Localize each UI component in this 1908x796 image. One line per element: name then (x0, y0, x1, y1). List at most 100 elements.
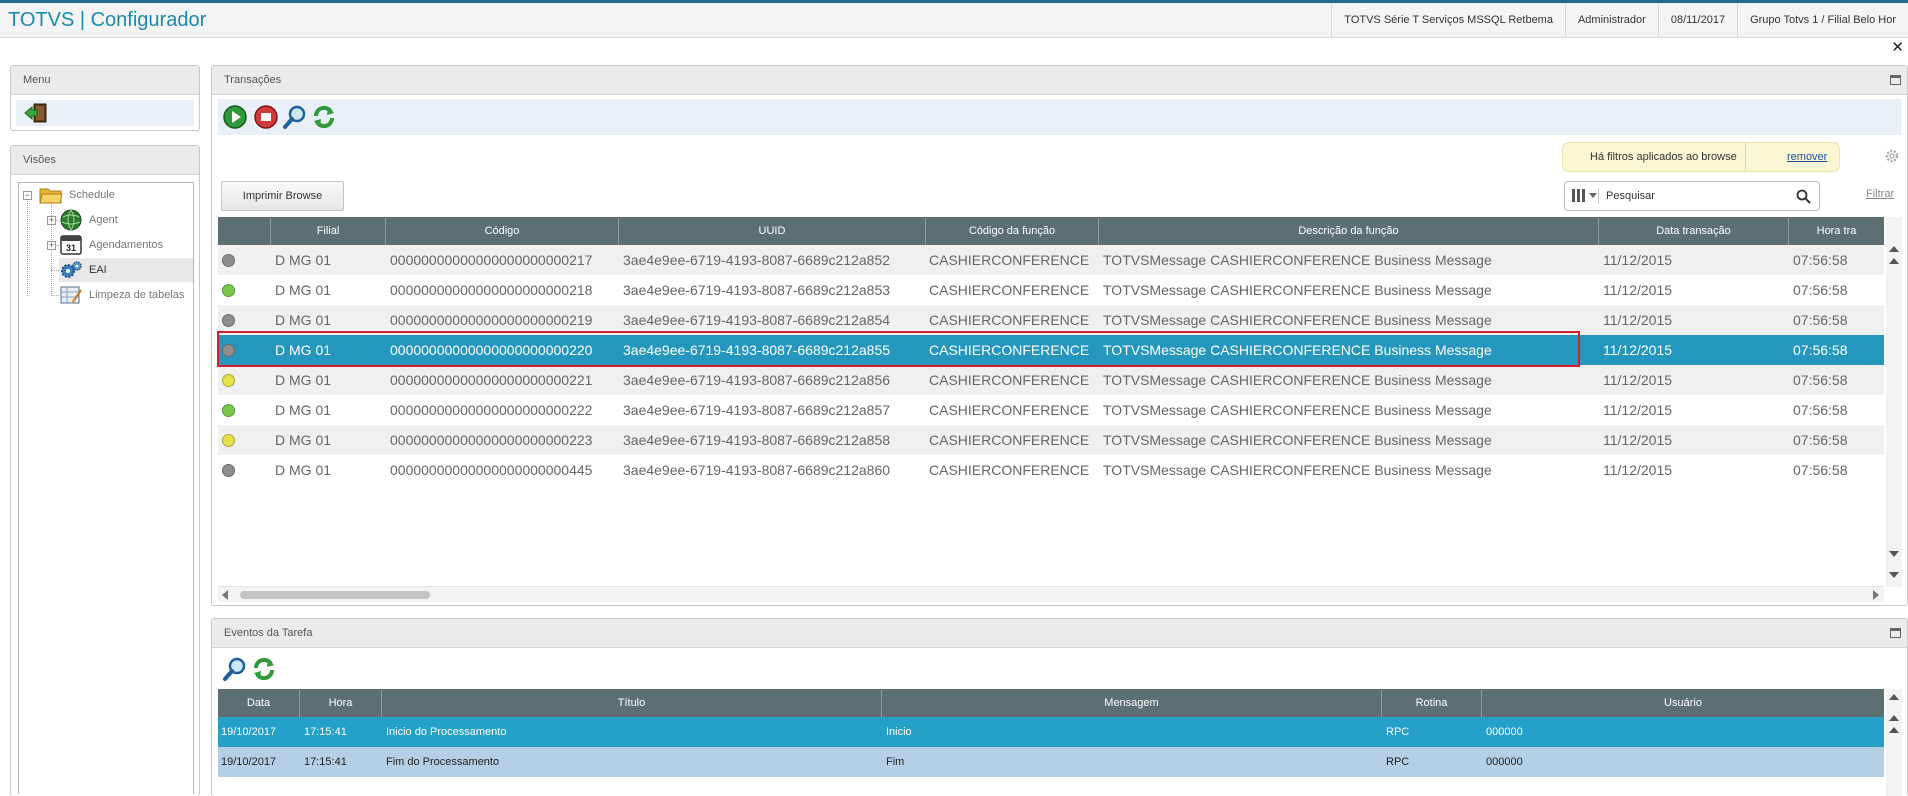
cell-hora: 07:56:58 (1793, 282, 1848, 298)
cell-hora: 07:56:58 (1793, 402, 1848, 418)
col-header-hora[interactable]: Hora (300, 689, 382, 717)
app-title: TOTVS | Configurador (8, 9, 207, 31)
table-row[interactable]: D MG 01 00000000000000000000000222 3ae4e9e… (218, 395, 1884, 425)
menu-body (16, 100, 194, 126)
col-header-data[interactable]: Data (218, 689, 300, 717)
status-gray-icon (222, 464, 235, 477)
table-row[interactable]: 19/10/2017 17:15:41 Inicio do Processament… (218, 717, 1884, 747)
col-header-uuid[interactable]: UUID (619, 217, 926, 245)
cell-codigo-funcao: CASHIERCONFERENCE (929, 342, 1090, 358)
scroll-right-icon[interactable] (1873, 590, 1879, 600)
cell-uuid: 3ae4e9ee-6719-4193-8087-6689c212a854 (623, 312, 891, 328)
col-header-mensagem[interactable]: Mensagem (882, 689, 1382, 717)
col-header-rotina[interactable]: Rotina (1382, 689, 1482, 717)
status-yellow-icon (222, 374, 235, 387)
transacoes-panel: Transações Há filtros aplicados ao brows… (211, 65, 1908, 606)
agendamentos-expander[interactable]: + (47, 241, 56, 250)
tree-item-agendamentos[interactable]: 31 Agendamentos (59, 233, 189, 257)
cell-descricao: TOTVSMessage CASHIERCONFERENCE Business … (1103, 402, 1492, 418)
cell-data: 11/12/2015 (1603, 312, 1673, 328)
environment-label[interactable]: TOTVS Série T Serviços MSSQL Retbema (1331, 3, 1565, 38)
col-header-data[interactable]: Data transação (1599, 217, 1789, 245)
columns-icon[interactable] (1569, 188, 1599, 204)
col-header-hora[interactable]: Hora tra (1789, 217, 1884, 245)
minimize-icon[interactable] (1890, 75, 1901, 85)
status-green-icon (222, 404, 235, 417)
cell-codigo-funcao: CASHIERCONFERENCE (929, 252, 1090, 268)
scroll-bottom-icon[interactable] (1889, 572, 1899, 578)
scroll-up-icon[interactable] (1889, 258, 1899, 264)
status-gray-icon (222, 344, 235, 357)
minimize-icon[interactable] (1890, 628, 1901, 638)
table-row[interactable]: D MG 01 00000000000000000000000223 3ae4e9e… (218, 425, 1884, 455)
col-header-descricao[interactable]: Descrição da função (1099, 217, 1599, 245)
cell-codigo: 00000000000000000000000219 (390, 312, 593, 328)
eventos-grid: Data Hora Título Mensagem Rotina Usuário… (218, 689, 1884, 795)
cell-filial: D MG 01 (275, 312, 332, 328)
search-magnifier-icon[interactable] (1796, 189, 1811, 204)
refresh-icon[interactable] (311, 104, 337, 130)
col-header-filial[interactable]: Filial (271, 217, 386, 245)
cell-hora: 17:15:41 (304, 726, 347, 738)
gear-icon[interactable] (1884, 148, 1900, 164)
schedule-expander[interactable]: − (23, 191, 32, 200)
tree-connector (27, 201, 28, 296)
refresh-icon[interactable] (251, 656, 277, 682)
scroll-up-icon[interactable] (1889, 727, 1899, 733)
eventos-vscroll[interactable] (1886, 689, 1902, 796)
col-header-usuario[interactable]: Usuário (1482, 689, 1884, 717)
scroll-up-icon[interactable] (1889, 694, 1899, 700)
search-icon[interactable] (222, 656, 248, 682)
col-header-status[interactable] (218, 217, 271, 245)
remove-filter-link[interactable]: remover (1787, 143, 1827, 171)
status-yellow-icon (222, 434, 235, 447)
tree-item-eai[interactable]: EAI (59, 258, 193, 282)
table-row[interactable]: D MG 01 00000000000000000000000219 3ae4e9e… (218, 305, 1884, 335)
cell-usuario: 000000 (1486, 756, 1523, 768)
menu-panel-title: Menu (11, 66, 199, 95)
company-label[interactable]: Grupo Totvs 1 / Filial Belo Hor (1737, 3, 1908, 38)
tree-item-schedule[interactable]: Schedule (39, 183, 189, 207)
search-input[interactable] (1606, 186, 1786, 206)
cell-hora: 07:56:58 (1793, 462, 1848, 478)
agent-expander[interactable]: + (47, 216, 56, 225)
exit-icon[interactable] (24, 103, 48, 123)
hscroll-thumb[interactable] (240, 591, 430, 599)
search-icon[interactable] (282, 104, 308, 130)
col-header-codigo-funcao[interactable]: Código da função (926, 217, 1099, 245)
cell-rotina: RPC (1386, 756, 1410, 768)
close-icon[interactable]: ✕ (1891, 38, 1904, 58)
cell-data: 11/12/2015 (1603, 432, 1673, 448)
col-header-codigo[interactable]: Código (386, 217, 619, 245)
cell-data: 11/12/2015 (1603, 342, 1673, 358)
cell-uuid: 3ae4e9ee-6719-4193-8087-6689c212a856 (623, 372, 891, 388)
play-icon[interactable] (222, 104, 248, 130)
scroll-left-icon[interactable] (222, 590, 228, 600)
filter-link[interactable]: Filtrar (1866, 188, 1894, 200)
table-row[interactable]: D MG 01 00000000000000000000000218 3ae4e9e… (218, 275, 1884, 305)
cell-filial: D MG 01 (275, 462, 332, 478)
tree-item-agent[interactable]: Agent (59, 208, 189, 232)
table-row[interactable]: D MG 01 00000000000000000000000220 3ae4e9e… (218, 335, 1884, 365)
folder-icon (39, 188, 63, 204)
transacoes-vscroll[interactable] (1886, 217, 1902, 587)
table-row[interactable]: 19/10/2017 17:15:41 Fim do Processamento Fi… (218, 747, 1884, 777)
transacoes-hscroll[interactable] (218, 586, 1884, 602)
table-row[interactable]: D MG 01 00000000000000000000000221 3ae4e9e… (218, 365, 1884, 395)
print-browse-button[interactable]: Imprimir Browse (221, 181, 344, 211)
transacoes-title: Transações (224, 74, 282, 86)
col-header-titulo[interactable]: Título (382, 689, 882, 717)
cell-filial: D MG 01 (275, 372, 332, 388)
date-label[interactable]: 08/11/2017 (1657, 3, 1737, 38)
cell-data: 11/12/2015 (1603, 252, 1673, 268)
scroll-top-icon[interactable] (1889, 246, 1899, 252)
scroll-top-icon[interactable] (1889, 715, 1899, 721)
tree-item-limpeza[interactable]: Limpeza de tabelas (59, 283, 193, 307)
table-row[interactable]: D MG 01 00000000000000000000000445 3ae4e9e… (218, 455, 1884, 485)
cell-data: 11/12/2015 (1603, 462, 1673, 478)
cell-data: 11/12/2015 (1603, 282, 1673, 298)
scroll-down-icon[interactable] (1889, 551, 1899, 557)
stop-icon[interactable] (253, 104, 279, 130)
user-label[interactable]: Administrador (1564, 3, 1658, 38)
table-row[interactable]: D MG 01 00000000000000000000000217 3ae4e9e… (218, 245, 1884, 275)
